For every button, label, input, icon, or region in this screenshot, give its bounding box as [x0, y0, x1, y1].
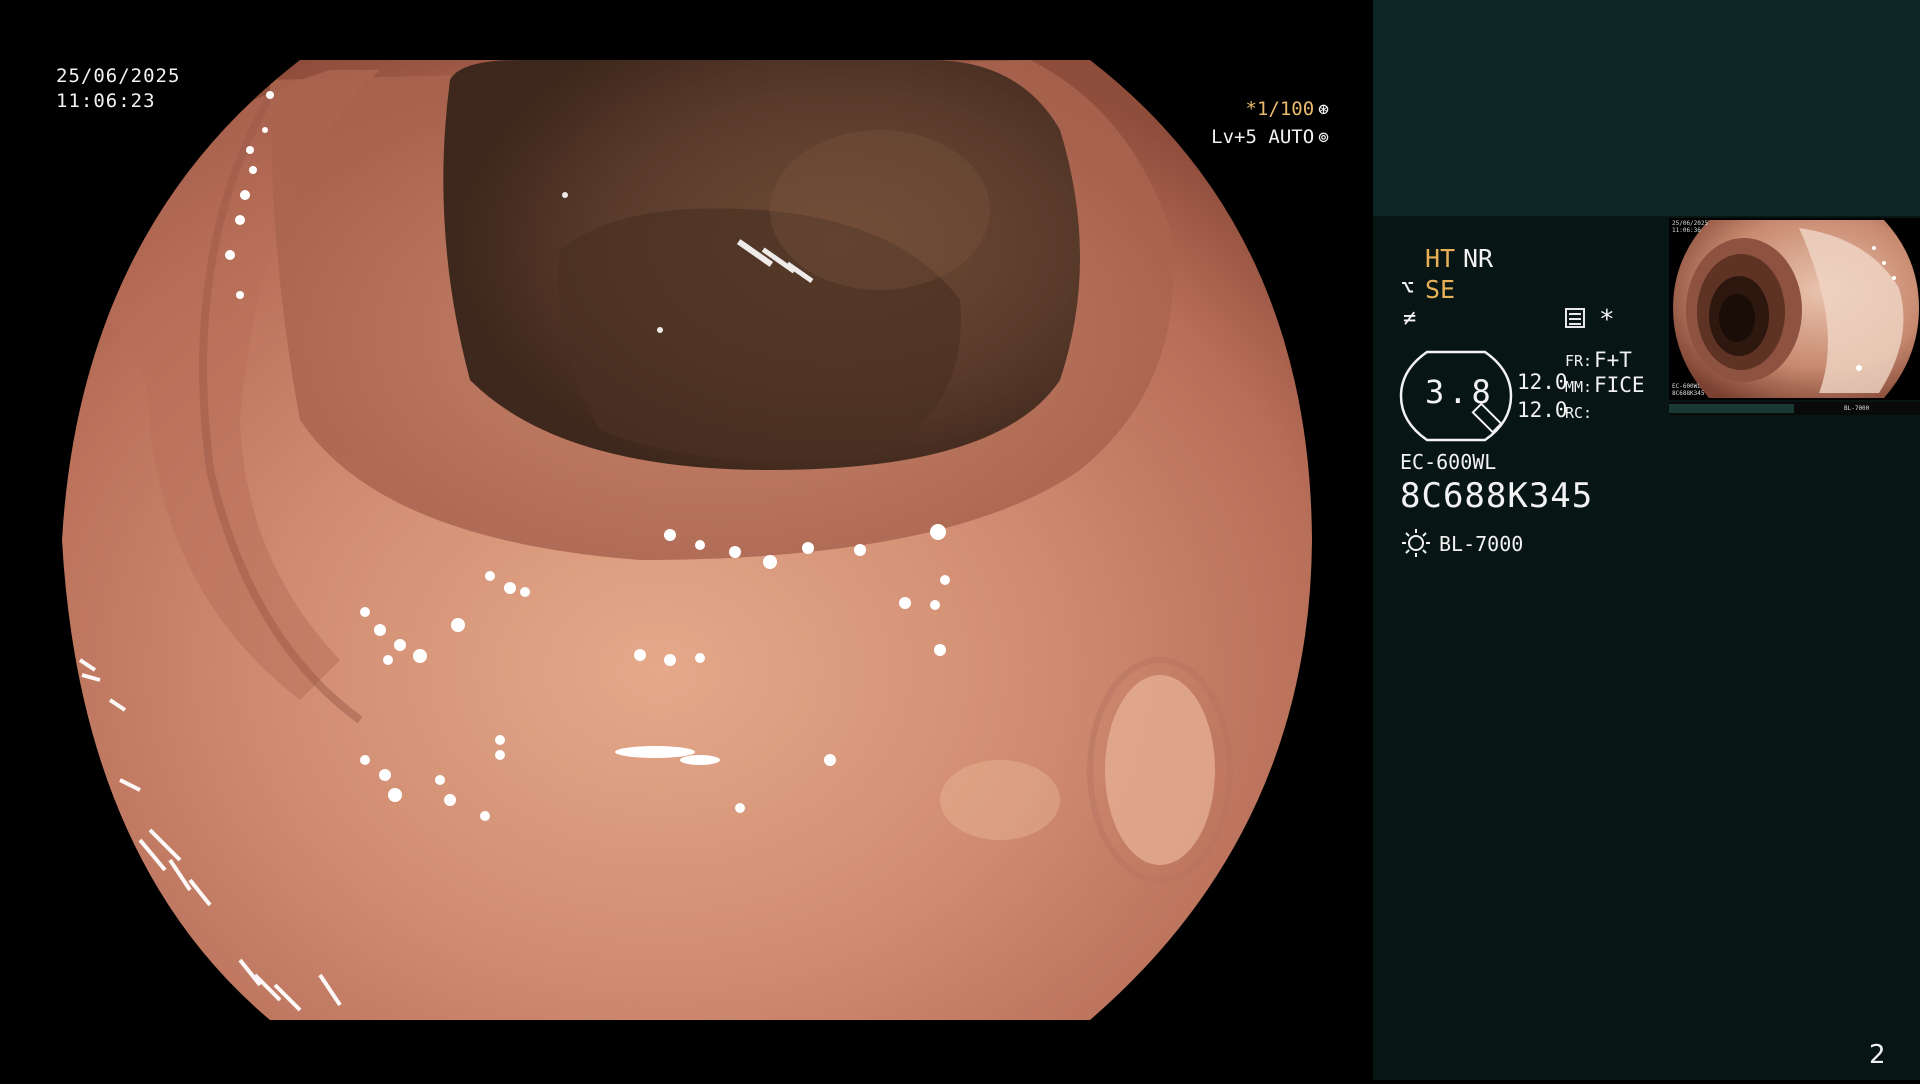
level-text: Lv+5 [1211, 126, 1257, 148]
thumbnail-scene [1673, 220, 1919, 398]
nr-label: NR [1463, 244, 1494, 273]
date-text: 25/06/2025 [56, 65, 181, 87]
thumbnail-highlight [1669, 404, 1794, 413]
endoscope-view: 25/06/2025 11:06:23 *1/100 ⊛ Lv+5 AUTO ⊚ [0, 0, 1373, 1080]
ht-label: HT [1425, 244, 1456, 273]
scope-serial: 8C688K345 [1400, 476, 1594, 516]
thumbnail-light: BL-7000 [1844, 405, 1870, 412]
page-number: 2 [1869, 1040, 1886, 1070]
light-source-model: BL-7000 [1439, 532, 1524, 556]
value-1: 12.0 [1517, 370, 1568, 394]
thumbnail-serial: 8C688K345 [1672, 390, 1705, 397]
thumbnail-date: 25/06/2025 [1672, 220, 1709, 227]
menu-icon [1565, 308, 1585, 328]
time-text: 11:06:23 [56, 90, 156, 112]
iris-icon: ⊚ [1318, 127, 1329, 148]
thumbnail-image[interactable]: 25/06/2025 11:06:36 EC-600WL 8C688K345 [1669, 218, 1920, 400]
scope-model: EC-600WL [1400, 450, 1497, 474]
endoscope-image [62, 60, 1312, 1020]
status-panel: HT NR ⌥ SE ≠ * 3.8 12.0 12.0 FR: F+T MM:… [1373, 0, 1920, 1080]
se-label: SE [1425, 275, 1456, 304]
timestamp: 25/06/2025 11:06:23 [56, 64, 180, 114]
structure-enhance-icon: ⌥ [1401, 276, 1415, 301]
mm-value: FICE [1594, 373, 1645, 397]
zoom-value: 3.8 [1425, 373, 1495, 411]
star-label: * [1599, 305, 1615, 335]
exposure-readout: Lv+5 AUTO ⊚ [1211, 126, 1329, 148]
panel-header [1373, 0, 1920, 216]
shading-icon: ≠ [1403, 306, 1417, 331]
thumbnail-model: EC-600WL [1672, 383, 1701, 390]
rc-label: RC: [1565, 404, 1593, 422]
fr-label: FR: [1565, 352, 1593, 370]
lamp-icon [1402, 529, 1430, 557]
thumbnail-caption-bar: BL-7000 [1669, 402, 1920, 415]
shutter-text: *1/100 [1245, 98, 1315, 120]
thumbnail-time: 11:06:36 [1672, 227, 1701, 234]
fr-value: F+T [1594, 348, 1632, 372]
shutter-readout: *1/100 ⊛ [1246, 98, 1329, 120]
mm-label: MM: [1565, 378, 1593, 396]
value-2: 12.0 [1517, 398, 1568, 422]
mode-text: AUTO [1268, 126, 1315, 148]
aperture-icon: ⊛ [1318, 99, 1329, 120]
